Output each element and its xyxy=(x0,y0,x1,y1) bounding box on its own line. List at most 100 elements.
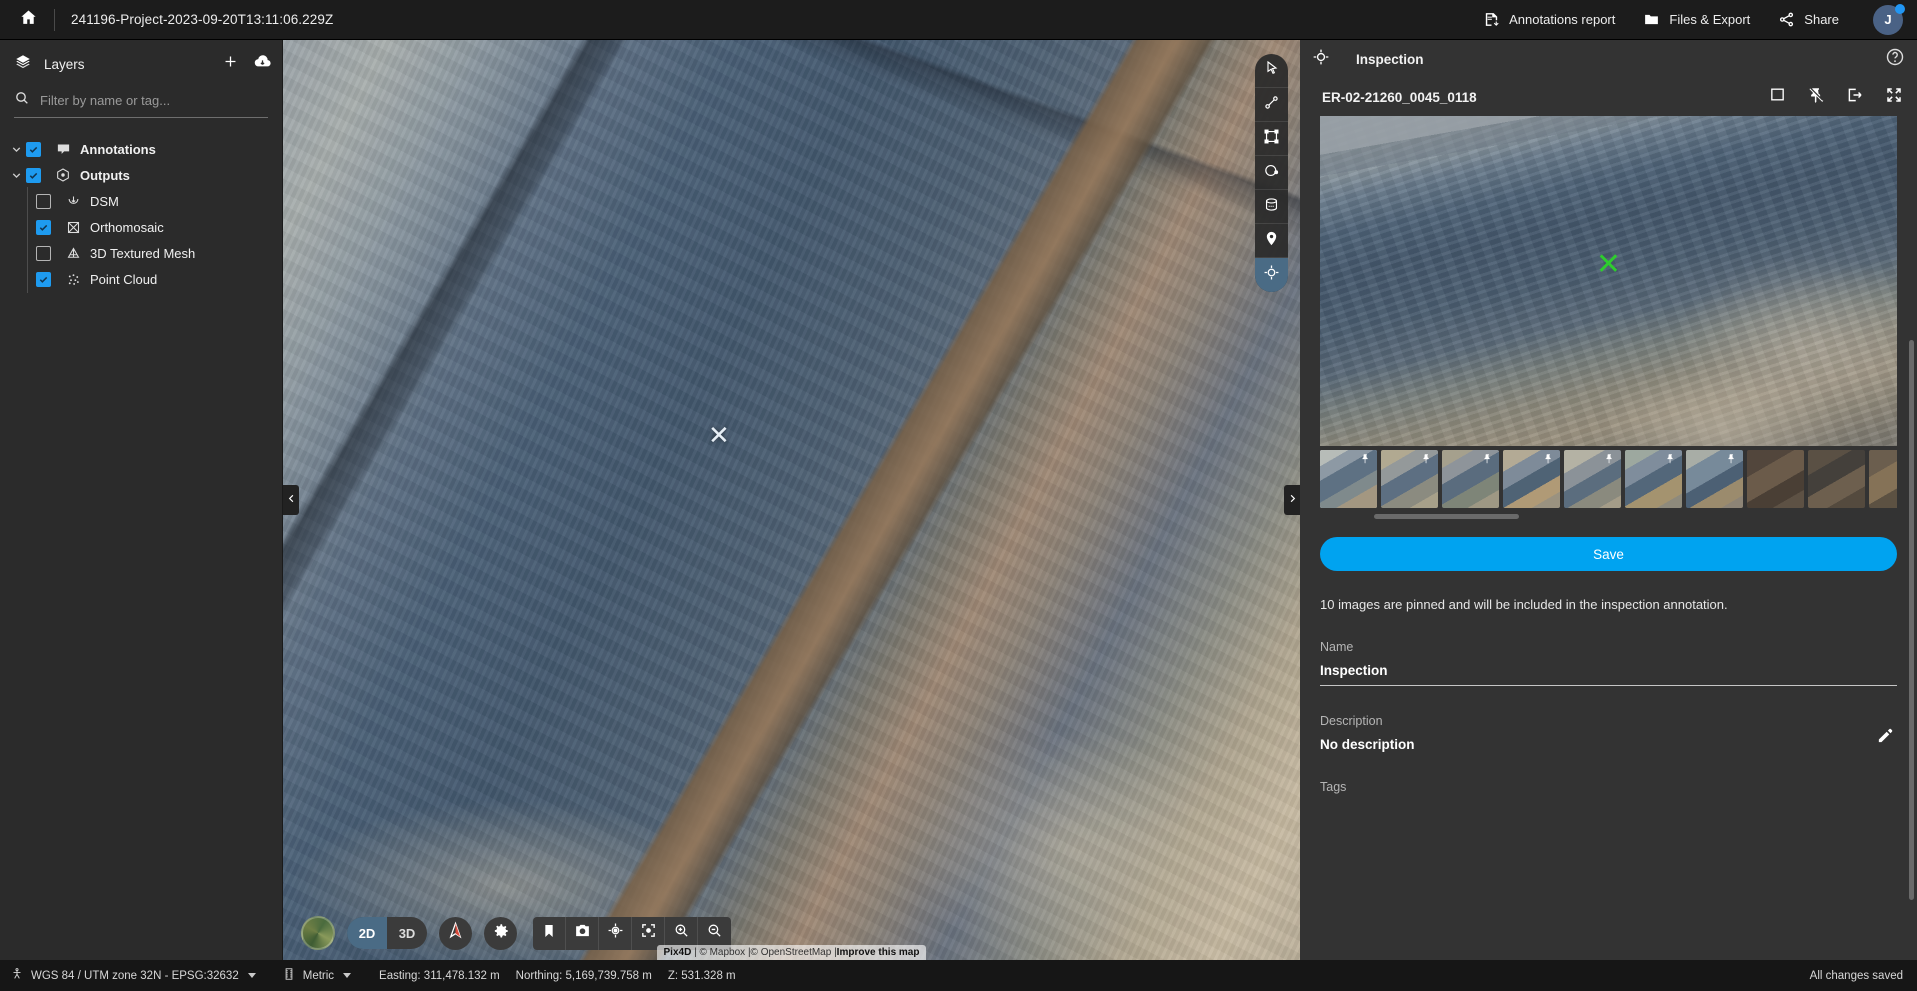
layer-row-outputs[interactable]: Outputs xyxy=(0,162,282,188)
inspection-tool[interactable] xyxy=(1255,258,1288,292)
layer-checkbox-dsm[interactable] xyxy=(36,194,51,209)
thumbnail-image xyxy=(1808,450,1865,508)
thumbnail-item[interactable] xyxy=(1564,450,1621,508)
thumbnail-item[interactable] xyxy=(1442,450,1499,508)
circle-tool[interactable] xyxy=(1255,156,1288,190)
thumbnail-item[interactable] xyxy=(1381,450,1438,508)
inspection-image xyxy=(1320,116,1897,446)
layers-title: Layers xyxy=(44,57,85,72)
crs-selector[interactable]: WGS 84 / UTM zone 32N - EPSG:32632 xyxy=(10,967,256,984)
polyline-icon xyxy=(1263,94,1280,116)
thumbnail-item[interactable] xyxy=(1503,450,1560,508)
thumbnail-item[interactable] xyxy=(1686,450,1743,508)
layer-label-orthomosaic: Orthomosaic xyxy=(90,220,164,235)
fullscreen-button[interactable] xyxy=(1885,86,1903,109)
annotations-report-button[interactable]: Annotations report xyxy=(1483,11,1615,28)
marker-tool[interactable] xyxy=(1255,224,1288,258)
thumbnail-item[interactable] xyxy=(1869,450,1897,508)
volume-tool[interactable] xyxy=(1255,190,1288,224)
tags-field[interactable]: Tags xyxy=(1320,780,1897,794)
view-2d-button[interactable]: 2D xyxy=(347,917,387,949)
rectangle-button[interactable] xyxy=(1769,86,1786,108)
name-field[interactable]: Name Inspection xyxy=(1320,640,1897,686)
map-annotation-marker[interactable]: ✕ xyxy=(708,422,730,448)
save-button[interactable]: Save xyxy=(1320,537,1897,571)
select-tool[interactable] xyxy=(1255,54,1288,88)
bookmark-button[interactable] xyxy=(533,917,566,950)
description-field[interactable]: Description No description xyxy=(1320,714,1897,752)
polyline-tool[interactable] xyxy=(1255,88,1288,122)
cursor-icon xyxy=(1264,60,1280,81)
expand-icon xyxy=(1885,86,1903,109)
cloud-download-icon xyxy=(253,52,272,76)
layer-checkbox-orthomosaic[interactable] xyxy=(36,220,51,235)
bookmark-icon xyxy=(541,923,557,944)
search-input[interactable] xyxy=(40,93,268,108)
collapse-right-panel-button[interactable] xyxy=(1284,485,1300,515)
inspection-panel: Inspection ER-02-21260_0045_0118 xyxy=(1300,40,1917,960)
inspection-form: Save 10 images are pinned and will be in… xyxy=(1300,519,1917,960)
map-settings-button[interactable] xyxy=(484,917,517,950)
search-icon xyxy=(14,90,30,111)
inspection-image-viewer[interactable]: ✕ xyxy=(1320,116,1897,446)
layers-panel: Layers xyxy=(0,40,283,960)
layer-checkbox-outputs[interactable] xyxy=(26,168,41,183)
chevron-down-icon xyxy=(343,973,351,978)
layer-row-orthomosaic[interactable]: Orthomosaic xyxy=(0,214,282,240)
thumbnail-item[interactable] xyxy=(1625,450,1682,508)
layer-row-dsm[interactable]: DSM xyxy=(0,188,282,214)
pin-icon xyxy=(1482,452,1493,470)
avatar[interactable]: J xyxy=(1873,5,1903,35)
open-external-button[interactable] xyxy=(1846,86,1864,109)
units-selector[interactable]: Metric xyxy=(282,967,351,984)
target-icon xyxy=(607,922,624,944)
polygon-tool[interactable] xyxy=(1255,122,1288,156)
thumbnail-strip[interactable] xyxy=(1320,450,1897,508)
collapse-left-panel-button[interactable] xyxy=(283,485,299,515)
chevron-down-icon[interactable] xyxy=(6,169,26,182)
pin-icon xyxy=(1543,452,1554,470)
edit-description-button[interactable] xyxy=(1876,726,1895,750)
attribution-link[interactable]: Improve this map xyxy=(837,947,920,958)
layer-checkbox-3d-mesh[interactable] xyxy=(36,246,51,261)
thumbnail-item[interactable] xyxy=(1747,450,1804,508)
crs-label: WGS 84 / UTM zone 32N - EPSG:32632 xyxy=(31,970,239,982)
share-button[interactable]: Share xyxy=(1778,11,1839,28)
layer-checkbox-annotations[interactable] xyxy=(26,142,41,157)
compass-icon xyxy=(446,921,465,945)
layer-row-point-cloud[interactable]: Point Cloud xyxy=(0,266,282,292)
map-viewport[interactable]: ✕ xyxy=(283,40,1300,960)
crs-icon xyxy=(10,967,24,984)
pencil-icon xyxy=(1876,732,1895,749)
pin-icon xyxy=(1726,452,1737,470)
pin-icon xyxy=(1421,452,1432,470)
locate-button[interactable] xyxy=(599,917,632,950)
compass-button[interactable] xyxy=(439,917,472,950)
upload-layer-button[interactable] xyxy=(253,52,272,76)
layer-row-3d-mesh[interactable]: 3D Textured Mesh xyxy=(0,240,282,266)
top-bar: 241196-Project-2023-09-20T13:11:06.229Z … xyxy=(0,0,1917,40)
help-button[interactable] xyxy=(1885,47,1905,72)
layer-checkbox-point-cloud[interactable] xyxy=(36,272,51,287)
add-layer-button[interactable] xyxy=(222,53,239,75)
unpin-button[interactable] xyxy=(1807,86,1825,109)
inspection-panel-scrollbar[interactable] xyxy=(1909,340,1914,900)
basemap-switcher-button[interactable] xyxy=(301,916,335,950)
map-attribution: Pix4D | © Mapbox |© OpenStreetMap |Impro… xyxy=(657,945,927,960)
dsm-icon xyxy=(60,194,86,209)
coordinate-elevation: Z: 531.328 m xyxy=(668,970,736,982)
units-label: Metric xyxy=(303,970,334,982)
pin-off-icon xyxy=(1807,86,1825,109)
thumbnail-item[interactable] xyxy=(1808,450,1865,508)
ruler-icon xyxy=(282,967,296,984)
inspection-panel-title: Inspection xyxy=(1356,52,1424,67)
files-export-button[interactable]: Files & Export xyxy=(1643,11,1750,28)
thumbnail-scrollbar[interactable] xyxy=(1374,514,1519,519)
view-3d-button[interactable]: 3D xyxy=(387,917,427,949)
screenshot-button[interactable] xyxy=(566,917,599,950)
thumbnail-item[interactable] xyxy=(1320,450,1377,508)
layer-row-annotations[interactable]: Annotations xyxy=(0,136,282,162)
save-status: All changes saved xyxy=(1810,970,1903,982)
chevron-down-icon[interactable] xyxy=(6,143,26,156)
home-button[interactable] xyxy=(10,5,46,35)
